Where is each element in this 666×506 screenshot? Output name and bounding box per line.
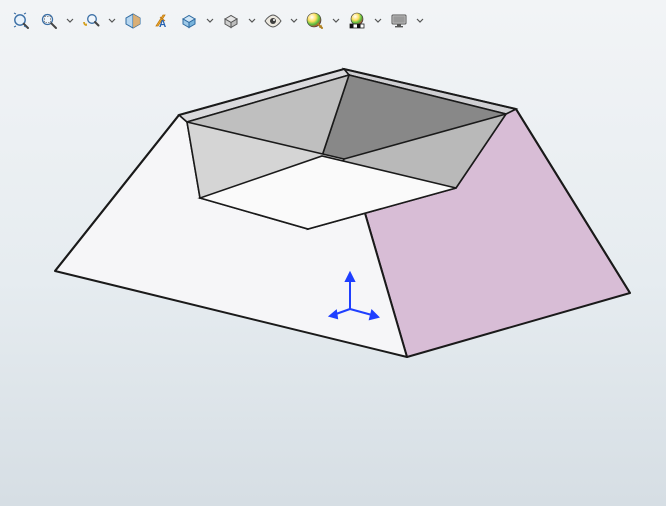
display-style-button[interactable]	[218, 8, 244, 34]
svg-text:A: A	[159, 19, 166, 30]
display-style-dropdown[interactable]	[246, 8, 258, 34]
section-view-button[interactable]	[120, 8, 146, 34]
monitor-icon	[389, 11, 409, 31]
previous-view-dropdown[interactable]	[106, 8, 118, 34]
graphics-viewport[interactable]	[0, 38, 666, 506]
eye-icon	[263, 11, 283, 31]
view-orientation-dropdown[interactable]	[204, 8, 216, 34]
edit-appearance-dropdown[interactable]	[330, 8, 342, 34]
previous-view-icon	[81, 11, 101, 31]
zoom-to-area-dropdown[interactable]	[64, 8, 76, 34]
hide-show-items-button[interactable]	[260, 8, 286, 34]
view-settings-button[interactable]	[386, 8, 412, 34]
view-orientation-button[interactable]	[176, 8, 202, 34]
section-view-icon	[123, 11, 143, 31]
hide-show-items-dropdown[interactable]	[288, 8, 300, 34]
heads-up-view-toolbar: A	[0, 0, 666, 42]
apply-scene-button[interactable]	[344, 8, 370, 34]
edit-appearance-button[interactable]	[302, 8, 328, 34]
previous-view-button[interactable]	[78, 8, 104, 34]
zoom-to-fit-button[interactable]	[8, 8, 34, 34]
zoom-to-fit-icon	[11, 11, 31, 31]
zoom-to-area-icon	[39, 11, 59, 31]
dynamic-annotation-button[interactable]: A	[148, 8, 174, 34]
apply-scene-icon	[347, 11, 367, 31]
appearance-sphere-icon	[305, 11, 325, 31]
view-settings-dropdown[interactable]	[414, 8, 426, 34]
apply-scene-dropdown[interactable]	[372, 8, 384, 34]
model-body	[55, 69, 630, 357]
view-orientation-icon	[179, 11, 199, 31]
display-style-icon	[221, 11, 241, 31]
dynamic-annotation-icon: A	[151, 11, 171, 31]
zoom-to-area-button[interactable]	[36, 8, 62, 34]
